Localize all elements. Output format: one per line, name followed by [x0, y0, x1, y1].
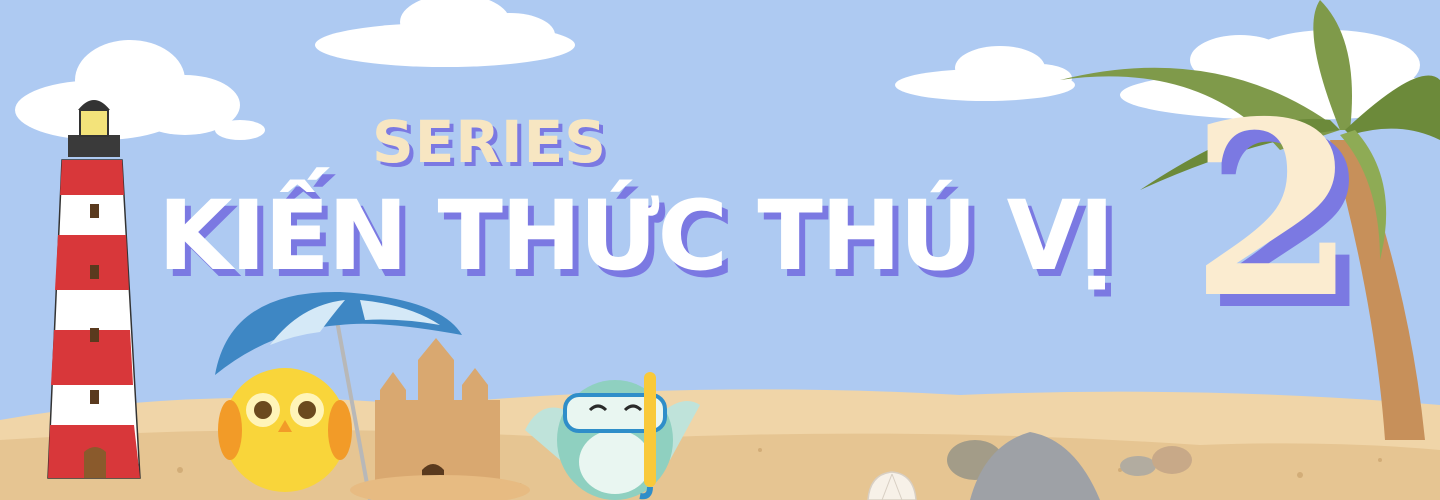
episode-number: 2	[1190, 69, 1357, 351]
banner: SERIES KIẾN THỨC THÚ VỊ 2	[0, 0, 1440, 500]
headline: KIẾN THỨC THÚ VỊ	[158, 180, 1115, 292]
series-label: SERIES	[372, 108, 608, 176]
